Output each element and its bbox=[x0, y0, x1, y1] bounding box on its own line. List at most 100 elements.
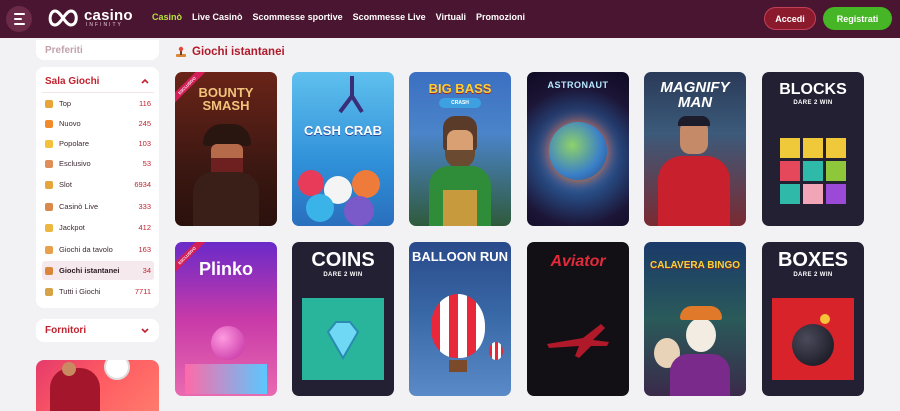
section-header: Giochi istantanei bbox=[175, 46, 285, 58]
fisherman-overalls bbox=[443, 190, 477, 226]
game-card-cash-crab[interactable]: CASH CRAB bbox=[292, 72, 394, 226]
promo-banner[interactable] bbox=[36, 360, 159, 411]
player-image bbox=[50, 368, 100, 411]
game-subtitle: DARE 2 WIN bbox=[793, 100, 833, 106]
game-card-boxes[interactable]: BOXES DARE 2 WIN bbox=[762, 242, 864, 396]
game-title: BIG BASS bbox=[428, 81, 492, 96]
site-logo[interactable]: casino INFINITY bbox=[46, 7, 133, 29]
dealer-icon bbox=[45, 202, 53, 211]
cowboy-body bbox=[193, 172, 259, 226]
sidebar-item-count: 103 bbox=[138, 139, 151, 148]
game-title: BOXES bbox=[777, 249, 849, 271]
sidebar-item-count: 245 bbox=[138, 119, 151, 128]
sidebar-item-label: Tutti i Giochi bbox=[59, 287, 101, 296]
game-card-magnify-man[interactable]: MAGNIFY MAN bbox=[644, 72, 746, 226]
ball-red bbox=[298, 170, 324, 196]
sidebar-item-slot[interactable]: Slot 6934 bbox=[42, 175, 154, 194]
sidebar-item-count: 7711 bbox=[134, 287, 151, 296]
sidebar-item-count: 333 bbox=[138, 202, 151, 211]
joystick-icon bbox=[176, 46, 186, 57]
sidebar-item-casino-live[interactable]: Casinò Live 333 bbox=[42, 197, 154, 216]
nav-casino[interactable]: Casinò bbox=[152, 12, 182, 22]
game-title: CALAVERA BINGO bbox=[650, 260, 740, 271]
joystick-icon bbox=[45, 266, 53, 275]
sidebar-item-jackpot[interactable]: Jackpot 412 bbox=[42, 218, 154, 237]
sidebar-item-giochi-da-tavolo[interactable]: Giochi da tavolo 163 bbox=[42, 240, 154, 259]
game-card-coins[interactable]: COINS DARE 2 WIN bbox=[292, 242, 394, 396]
diamond-icon bbox=[45, 159, 53, 168]
game-title: Plinko bbox=[198, 259, 253, 279]
cards-icon bbox=[45, 245, 53, 254]
sidebar-item-esclusivo[interactable]: Esclusivo 53 bbox=[42, 154, 154, 173]
sidebar-item-top[interactable]: Top 116 bbox=[42, 94, 154, 113]
block-purple bbox=[826, 184, 846, 204]
sidebar-item-label: Popolare bbox=[59, 139, 90, 148]
hero-suit bbox=[658, 156, 730, 226]
player-head bbox=[62, 362, 76, 376]
sidebar-item-label: Giochi da tavolo bbox=[59, 245, 113, 254]
sombrero-icon bbox=[680, 306, 722, 320]
logo-subtext: INFINITY bbox=[86, 22, 123, 28]
block-red bbox=[780, 161, 800, 181]
game-card-astronaut[interactable]: ASTRONAUT bbox=[527, 72, 629, 226]
balloon-basket bbox=[449, 360, 467, 372]
sidebar-item-count: 412 bbox=[138, 223, 151, 232]
block-yellow bbox=[780, 138, 800, 158]
game-room-panel: Sala Giochi Top 116 Nuovo 245 Popolare 1… bbox=[36, 67, 159, 308]
hero-hair bbox=[678, 116, 710, 126]
providers-panel[interactable]: Fornitori bbox=[36, 319, 159, 342]
top-navigation-bar: casino INFINITY Casinò Live Casinò Scomm… bbox=[0, 0, 900, 38]
ball-purple bbox=[344, 196, 374, 226]
slot-icon bbox=[45, 180, 53, 189]
bomb-icon bbox=[792, 324, 834, 366]
sidebar-item-nuovo[interactable]: Nuovo 245 bbox=[42, 114, 154, 133]
sidebar-item-popolare[interactable]: Popolare 103 bbox=[42, 134, 154, 153]
nav-live-casino[interactable]: Live Casinò bbox=[192, 12, 243, 22]
nav-promotions[interactable]: Promozioni bbox=[476, 12, 525, 22]
block-green bbox=[826, 161, 846, 181]
sidebar-item-tutti-i-giochi[interactable]: Tutti i Giochi 7711 bbox=[42, 282, 154, 301]
character-body bbox=[670, 354, 730, 396]
sidebar-item-label: Top bbox=[59, 99, 72, 108]
providers-label: Fornitori bbox=[45, 325, 87, 336]
all-games-icon bbox=[45, 287, 53, 296]
bomb-fuse-spark bbox=[820, 314, 830, 324]
jackpot-icon bbox=[45, 223, 53, 232]
game-card-calavera-bingo[interactable]: CALAVERA BINGO bbox=[644, 242, 746, 396]
game-card-plinko[interactable]: ESCLUSIVO Plinko bbox=[175, 242, 277, 396]
game-card-bounty-smash[interactable]: ESCLUSIVO BOUNTY SMASH bbox=[175, 72, 277, 226]
logo-text: casino bbox=[84, 7, 133, 24]
game-title: CASH CRAB bbox=[304, 123, 382, 138]
game-subtitle: DARE 2 WIN bbox=[323, 272, 363, 278]
game-title: MAGNIFY MAN bbox=[660, 79, 730, 111]
game-title: BALLOON RUN bbox=[411, 249, 509, 264]
menu-icon[interactable] bbox=[6, 6, 32, 32]
divider bbox=[42, 92, 154, 93]
balloon-icon bbox=[431, 294, 485, 358]
register-button[interactable]: Registrati bbox=[823, 7, 892, 30]
sidebar-item-count: 53 bbox=[142, 159, 151, 168]
game-card-big-bass-crash[interactable]: BIG BASS CRASH bbox=[409, 72, 511, 226]
sidebar-item-label: Slot bbox=[59, 180, 72, 189]
flame-icon bbox=[45, 119, 53, 128]
chevron-up-icon[interactable] bbox=[140, 76, 150, 86]
favorites-panel[interactable]: Preferiti bbox=[36, 40, 159, 60]
planet-icon bbox=[549, 122, 607, 180]
sidebar-item-label: Giochi istantanei bbox=[59, 266, 120, 275]
plane-icon bbox=[547, 324, 609, 358]
nav-virtual[interactable]: Virtuali bbox=[436, 12, 466, 22]
nav-live-betting[interactable]: Scommesse Live bbox=[353, 12, 426, 22]
favorites-label: Preferiti bbox=[45, 45, 83, 56]
game-subtitle: DARE 2 WIN bbox=[793, 272, 833, 278]
sidebar-item-count: 116 bbox=[139, 99, 151, 108]
nav-sports-betting[interactable]: Scommesse sportive bbox=[253, 12, 343, 22]
block-yellow bbox=[826, 138, 846, 158]
game-title: BLOCKS bbox=[779, 81, 847, 98]
game-card-aviator[interactable]: Aviator bbox=[527, 242, 629, 396]
chevron-down-icon[interactable] bbox=[140, 325, 150, 335]
login-button[interactable]: Accedi bbox=[764, 7, 816, 30]
sidebar-item-giochi-istantanei[interactable]: Giochi istantanei 34 bbox=[42, 261, 154, 280]
game-card-blocks[interactable]: BLOCKS DARE 2 WIN bbox=[762, 72, 864, 226]
block-yellow bbox=[803, 138, 823, 158]
game-card-balloon-run[interactable]: BALLOON RUN bbox=[409, 242, 511, 396]
